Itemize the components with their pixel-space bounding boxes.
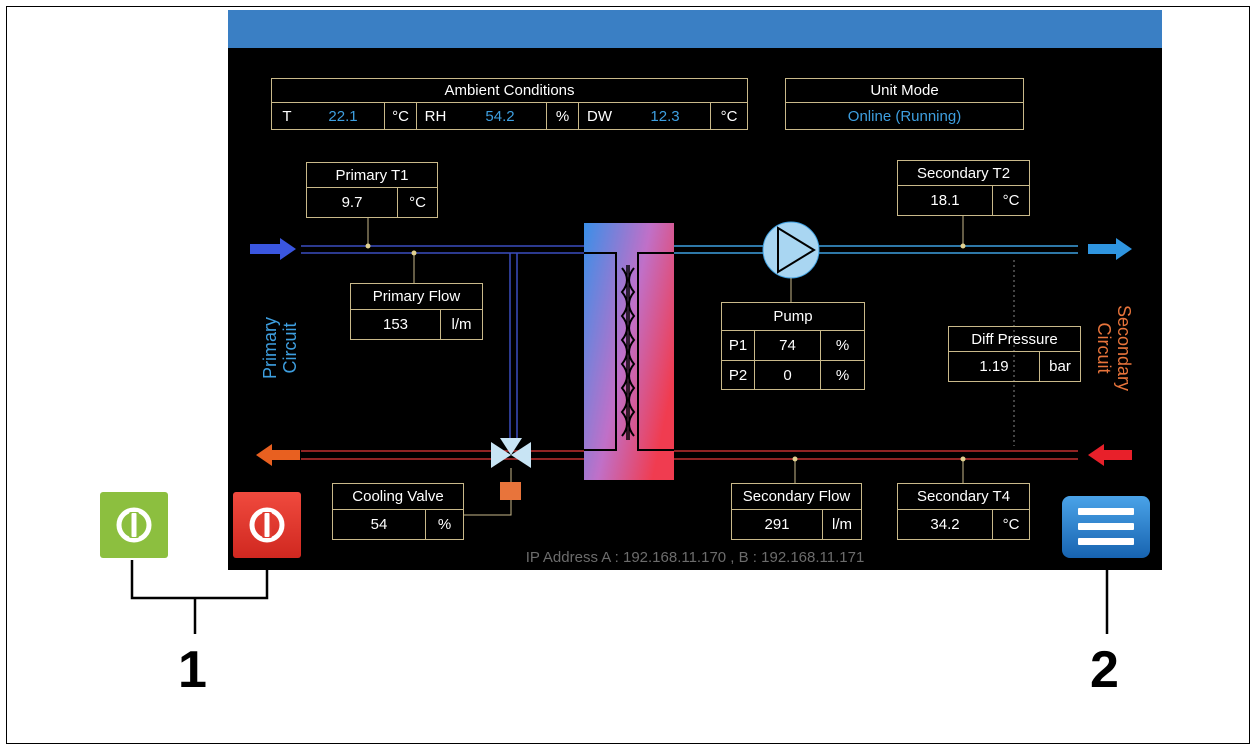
pump-title: Pump — [722, 303, 864, 331]
callout-2: 2 — [1090, 641, 1119, 699]
secondary-flow-title: Secondary Flow — [732, 484, 861, 510]
dw-unit: °C — [710, 103, 747, 129]
primary-t1-value: 9.7 — [341, 194, 363, 211]
pump-p2-value: 0 — [754, 360, 820, 389]
primary-t1-unit: °C — [397, 188, 437, 217]
primary-t1-title: Primary T1 — [307, 163, 437, 188]
cooling-valve-value: 54 — [370, 516, 388, 533]
secondary-flow-value: 291 — [764, 516, 790, 533]
secondary-flow-unit: l/m — [822, 510, 861, 539]
cooling-valve-title: Cooling Valve — [333, 484, 463, 510]
primary-circuit-line1: Primary — [260, 317, 280, 379]
secondary-out-arrow — [1088, 238, 1132, 260]
heat-exchanger-icon — [584, 223, 674, 480]
pump-p1-value: 74 — [754, 331, 820, 360]
power-icon — [249, 507, 285, 543]
temp-label: T — [282, 107, 292, 125]
rh-unit: % — [546, 103, 578, 129]
three-way-valve-icon — [491, 438, 531, 500]
pump-p1-label: P1 — [728, 337, 748, 354]
pump-p1-unit: % — [820, 331, 864, 360]
power-icon — [116, 507, 152, 543]
rh-value: 54.2 — [485, 107, 515, 125]
secondary-circuit-label: Secondary Circuit — [1094, 298, 1134, 398]
primary-circuit-label: Primary Circuit — [260, 298, 300, 398]
dw-label: DW — [578, 103, 620, 129]
unit-mode-value: Online (Running) — [847, 107, 962, 125]
menu-button[interactable] — [1062, 496, 1150, 558]
rh-label: RH — [416, 103, 454, 129]
secondary-t4-unit: °C — [992, 510, 1029, 539]
cooling-valve-unit: % — [425, 510, 463, 539]
hamburger-menu-icon — [1078, 508, 1134, 545]
secondary-t4-title: Secondary T4 — [898, 484, 1029, 510]
secondary-t2-title: Secondary T2 — [898, 161, 1029, 186]
primary-out-arrow — [256, 444, 300, 466]
unit-mode-panel: Unit Mode Online (Running) — [785, 78, 1024, 130]
primary-in-arrow — [250, 238, 296, 260]
diff-pressure-unit: bar — [1039, 352, 1080, 381]
diff-pressure-panel: Diff Pressure 1.19 bar — [948, 326, 1081, 382]
secondary-circuit-line2: Circuit — [1094, 322, 1114, 374]
dw-value: 12.3 — [650, 107, 680, 125]
temp-value: 22.1 — [328, 107, 358, 125]
primary-flow-value: 153 — [382, 316, 409, 333]
pump-icon — [762, 221, 820, 279]
start-button[interactable] — [100, 492, 168, 558]
secondary-t4-panel: Secondary T4 34.2 °C — [897, 483, 1030, 540]
primary-t1-panel: Primary T1 9.7 °C — [306, 162, 438, 218]
secondary-flow-panel: Secondary Flow 291 l/m — [731, 483, 862, 540]
ambient-conditions-panel: Ambient Conditions T 22.1 °C RH 54.2 % D… — [271, 78, 748, 130]
secondary-t4-value: 34.2 — [930, 516, 960, 533]
pump-panel: Pump P1 74 % P2 0 % — [721, 302, 865, 390]
temp-unit: °C — [384, 103, 416, 129]
unit-mode-title: Unit Mode — [786, 79, 1023, 103]
primary-flow-title: Primary Flow — [351, 284, 482, 310]
primary-flow-panel: Primary Flow 153 l/m — [350, 283, 483, 340]
ip-address-text: IP Address A : 192.168.11.170 , B : 192.… — [525, 549, 865, 566]
primary-circuit-line2: Circuit — [280, 322, 300, 374]
stop-button[interactable] — [233, 492, 301, 558]
secondary-in-arrow — [1088, 444, 1132, 466]
pump-p2-label: P2 — [722, 360, 754, 389]
primary-flow-unit: l/m — [440, 310, 482, 339]
secondary-circuit-line1: Secondary — [1114, 304, 1134, 392]
pump-p2-unit: % — [820, 360, 864, 389]
diff-pressure-value: 1.19 — [979, 358, 1009, 375]
ambient-conditions-title: Ambient Conditions — [272, 79, 747, 103]
hmi-screen: Ambient Conditions T 22.1 °C RH 54.2 % D… — [228, 10, 1162, 570]
diff-pressure-title: Diff Pressure — [949, 327, 1080, 352]
secondary-t2-unit: °C — [992, 186, 1029, 215]
secondary-t2-value: 18.1 — [930, 192, 960, 209]
secondary-t2-panel: Secondary T2 18.1 °C — [897, 160, 1030, 216]
callout-1: 1 — [178, 641, 207, 699]
cooling-valve-panel: Cooling Valve 54 % — [332, 483, 464, 540]
